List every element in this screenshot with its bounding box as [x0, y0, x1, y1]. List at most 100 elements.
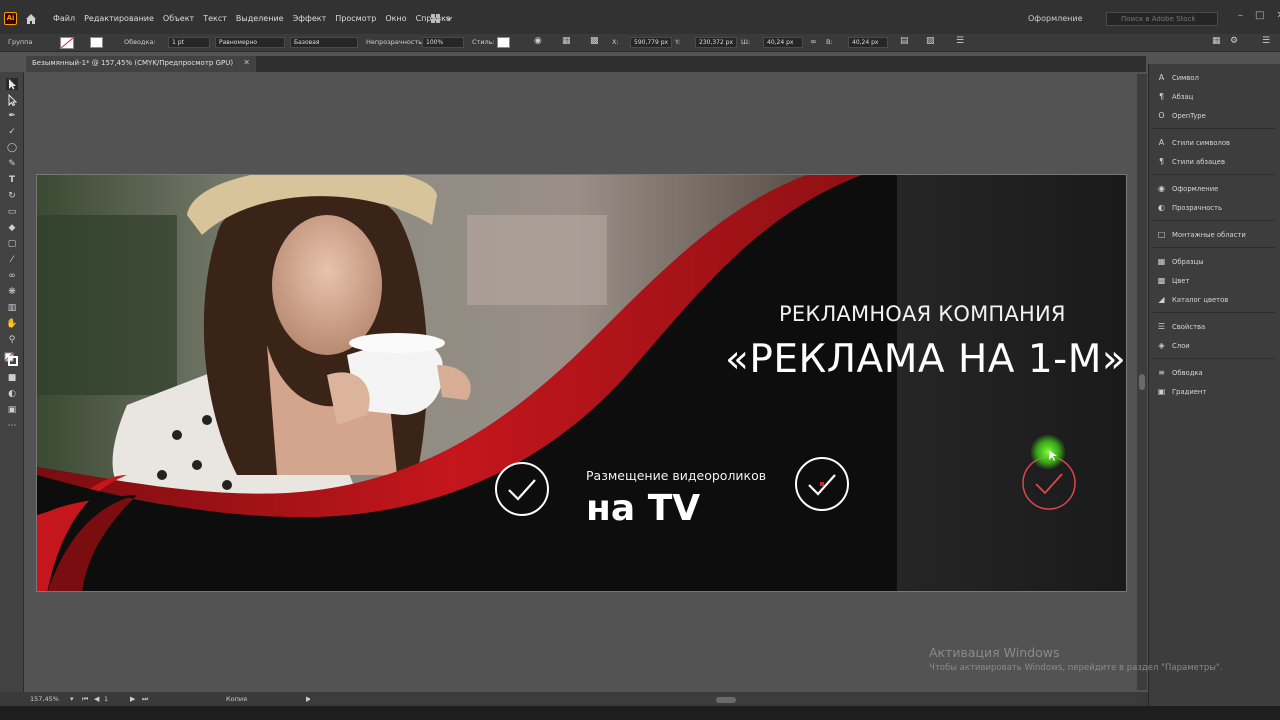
isolate-icon[interactable]: ▧ — [926, 36, 935, 46]
y-position-field[interactable]: 230,372 px — [695, 37, 737, 48]
shape-builder-tool-icon[interactable]: ▢ — [6, 238, 18, 250]
menu-object[interactable]: Объект — [163, 14, 194, 23]
panel-gradient[interactable]: ▣ Градиент — [1157, 387, 1207, 396]
arrange-documents-icon[interactable] — [430, 13, 456, 25]
close-tab-icon[interactable]: ✕ — [243, 58, 250, 67]
panel-character-styles[interactable]: A Стили символов — [1157, 138, 1230, 147]
document-setup-icon[interactable]: ⚙ — [1230, 36, 1238, 46]
home-icon[interactable] — [24, 12, 38, 26]
artboard[interactable]: РЕКЛАМНОАЯ КОМПАНИЯ «РЕКЛАМА НА 1-М» Раз… — [36, 174, 1127, 592]
screen-mode-icon[interactable]: ▣ — [6, 404, 18, 416]
x-position-field[interactable]: 590,779 px — [630, 37, 672, 48]
banner-headline-1[interactable]: РЕКЛАМНОАЯ КОМПАНИЯ — [779, 302, 1066, 326]
last-artboard-icon[interactable]: ⏭ — [142, 695, 148, 704]
options-icon[interactable]: ☰ — [956, 36, 964, 46]
menu-file[interactable]: Файл — [53, 14, 75, 23]
rotate-tool-icon[interactable]: ↻ — [6, 190, 18, 202]
panel-menu-icon[interactable]: ☰ — [1262, 36, 1270, 46]
ellipse-tool-icon[interactable]: ◯ — [6, 142, 18, 154]
x-label: X: — [612, 38, 619, 46]
stock-search-input[interactable]: Поиск в Adobe Stock — [1106, 12, 1218, 26]
maximize-icon[interactable]: □ — [1255, 10, 1264, 21]
width-label: Ш: — [741, 38, 751, 46]
workspace-switcher[interactable]: Оформление — [1028, 14, 1083, 23]
artboard-number[interactable]: 1 — [104, 695, 108, 703]
paintbrush-tool-icon[interactable]: ✎ — [6, 158, 18, 170]
selection-tool-icon[interactable] — [6, 78, 18, 90]
panel-color-guide[interactable]: ◢ Каталог цветов — [1157, 295, 1228, 304]
panel-layers[interactable]: ◈ Слои — [1157, 341, 1189, 350]
menu-select[interactable]: Выделение — [236, 14, 284, 23]
symbol-sprayer-tool-icon[interactable]: ❋ — [6, 286, 18, 298]
panel-character[interactable]: A Символ — [1157, 73, 1199, 82]
menu-edit[interactable]: Редактирование — [84, 14, 154, 23]
color-mode-icon[interactable]: ■ — [6, 372, 18, 384]
menu-type[interactable]: Текст — [203, 14, 227, 23]
warp-tool-icon[interactable]: ◆ — [6, 222, 18, 234]
zoom-tool-icon[interactable]: ⚲ — [6, 334, 18, 346]
constrain-proportions-icon[interactable]: ∞ — [810, 37, 817, 46]
horizontal-scrollbar[interactable] — [310, 696, 1136, 704]
check-circle-icon[interactable] — [794, 456, 850, 512]
panel-separator — [1153, 247, 1275, 248]
variable-width-profile[interactable]: Равномерно — [215, 37, 285, 48]
eraser-tool-icon[interactable]: ▭ — [6, 206, 18, 218]
direct-selection-tool-icon[interactable] — [6, 94, 18, 106]
prev-artboard-icon[interactable]: ◀ — [94, 695, 99, 703]
panel-artboards[interactable]: □ Монтажные области — [1157, 230, 1246, 239]
zoom-dropdown-icon[interactable]: ▾ — [70, 695, 74, 703]
graphic-style-swatch[interactable] — [497, 37, 510, 48]
panel-separator — [1153, 358, 1275, 359]
recolor-icon[interactable]: ◉ — [534, 36, 542, 46]
banner-headline-2[interactable]: «РЕКЛАМА НА 1-М» — [725, 337, 1126, 382]
arrange-icon[interactable]: ▦ — [1212, 36, 1221, 46]
panel-appearance[interactable]: ◉ Оформление — [1157, 184, 1218, 193]
align-icon[interactable]: ▦ — [562, 36, 571, 46]
next-artboard-icon[interactable]: ▶ — [130, 695, 135, 703]
height-field[interactable]: 40,24 px — [848, 37, 888, 48]
graph-tool-icon[interactable]: ▥ — [6, 302, 18, 314]
type-tool-icon[interactable]: T — [6, 174, 18, 186]
panel-opentype[interactable]: O OpenType — [1157, 111, 1205, 120]
panel-properties[interactable]: ☰ Свойства — [1157, 322, 1205, 331]
reference-point-icon[interactable]: ▩ — [590, 36, 599, 46]
close-icon[interactable]: ✕ — [1276, 10, 1280, 21]
pen-tool-icon[interactable]: ✒ — [6, 110, 18, 122]
curvature-tool-icon[interactable]: ✓ — [6, 126, 18, 138]
eyedropper-tool-icon[interactable]: ⁄ — [6, 254, 18, 266]
menu-view[interactable]: Просмотр — [335, 14, 376, 23]
fill-stroke-swatches[interactable] — [4, 352, 18, 366]
character-styles-icon: A — [1158, 138, 1165, 147]
opacity-field[interactable]: 100% — [422, 37, 464, 48]
document-tab[interactable]: Безымянный-1* @ 157,45% (CMYK/Предпросмо… — [26, 56, 256, 72]
check-circle-icon[interactable] — [494, 461, 550, 517]
zoom-level[interactable]: 157,45% — [30, 695, 59, 703]
horizontal-scroll-thumb[interactable] — [716, 697, 736, 703]
menu-effect[interactable]: Эффект — [293, 14, 327, 23]
blend-tool-icon[interactable]: ∞ — [6, 270, 18, 282]
banner-subtitle[interactable]: Размещение видеороликов — [586, 468, 766, 483]
menu-window[interactable]: Окно — [385, 14, 406, 23]
width-field[interactable]: 40,24 px — [763, 37, 803, 48]
stroke-weight-field[interactable]: 1 pt — [168, 37, 210, 48]
panel-color[interactable]: ▩ Цвет — [1157, 276, 1190, 285]
banner-tv-text[interactable]: на TV — [586, 488, 700, 529]
panel-transparency[interactable]: ◐ Прозрачность — [1157, 203, 1222, 212]
minimize-icon[interactable]: – — [1238, 10, 1243, 21]
panel-swatches[interactable]: ▦ Образцы — [1157, 257, 1204, 266]
vertical-scrollbar[interactable] — [1137, 74, 1147, 690]
panel-paragraph-styles[interactable]: ¶ Стили абзацев — [1157, 157, 1225, 166]
brush-definition[interactable]: Базовая — [290, 37, 358, 48]
hand-tool-icon[interactable]: ✋ — [6, 318, 18, 330]
panel-paragraph[interactable]: ¶ Абзац — [1157, 92, 1193, 101]
stroke-swatch[interactable] — [90, 37, 103, 48]
fill-swatch[interactable] — [60, 37, 74, 49]
draw-mode-icon[interactable]: ◐ — [6, 388, 18, 400]
vertical-scroll-thumb[interactable] — [1139, 374, 1145, 390]
panel-stroke[interactable]: ≡ Обводка — [1157, 368, 1203, 377]
first-artboard-icon[interactable]: ⏮ — [82, 695, 88, 704]
transform-icon[interactable]: ▤ — [900, 36, 909, 46]
stroke-label: Обводка: — [124, 38, 156, 46]
more-tools-icon[interactable]: ⋯ — [6, 420, 18, 432]
color-guide-icon: ◢ — [1158, 295, 1165, 304]
